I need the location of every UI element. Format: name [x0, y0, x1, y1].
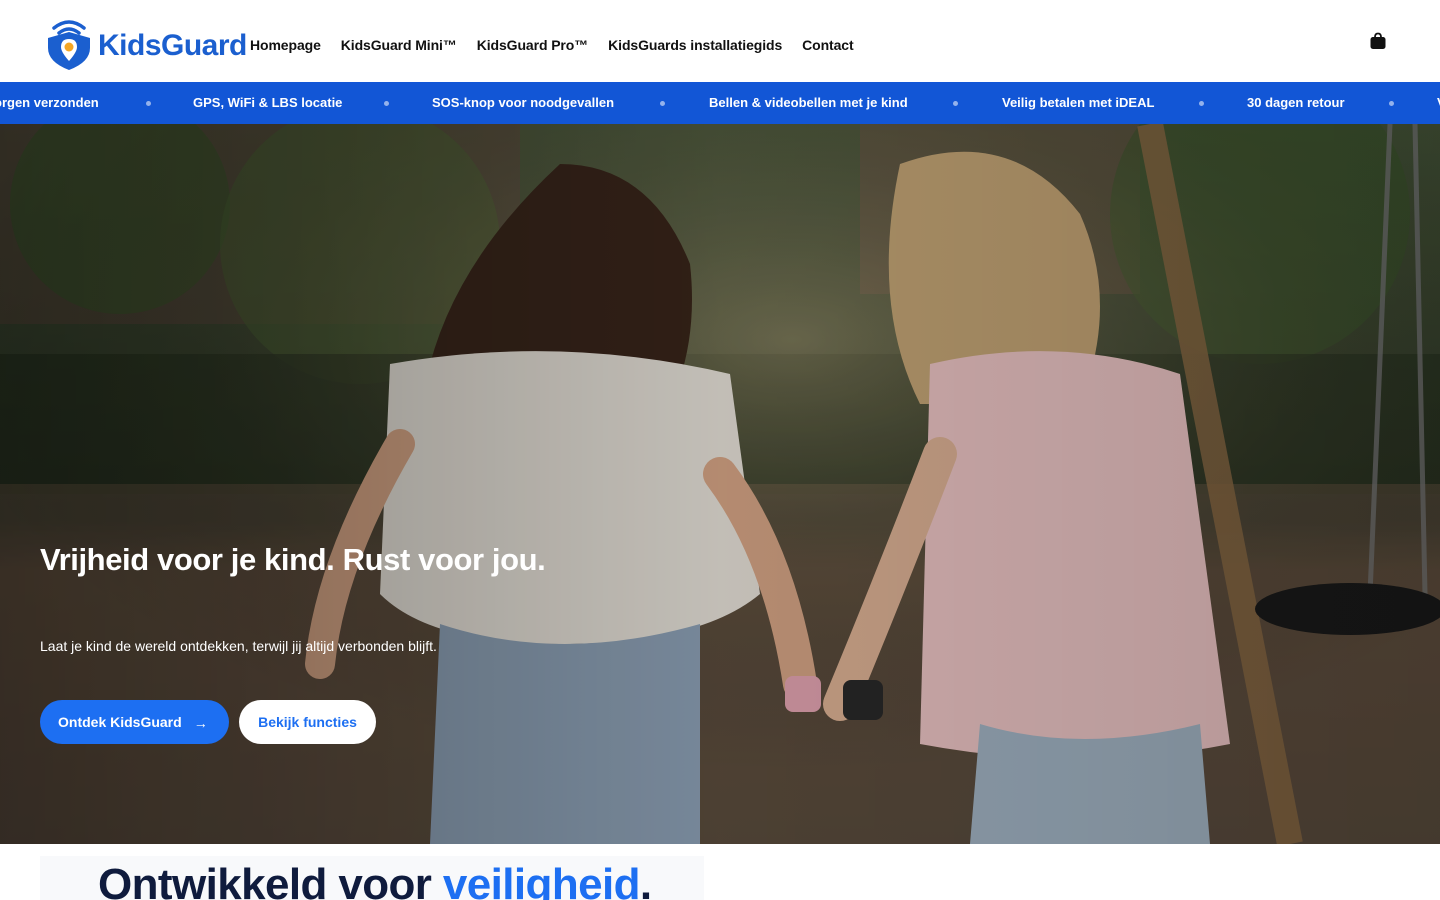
hero-title: Vrijheid voor je kind. Rust voor jou.	[40, 542, 546, 577]
nav-item-contact[interactable]: Contact	[802, 37, 854, 53]
ticker-separator	[384, 101, 389, 106]
discover-kidsguard-button[interactable]: Ontdek KidsGuard →	[40, 700, 229, 744]
nav-item-kidsguard-mini[interactable]: KidsGuard Mini™	[341, 37, 457, 53]
shield-pin-icon	[48, 20, 90, 70]
nav-item-installatiegids[interactable]: KidsGuards installatiegids	[608, 37, 782, 53]
brand-name: KidsGuard	[98, 29, 247, 62]
discover-button-label: Ontdek KidsGuard	[58, 714, 182, 730]
section-title-accent: veiligheid	[442, 860, 641, 900]
ticker-separator	[1199, 101, 1204, 106]
ticker-item: Bellen & videobellen met je kind	[709, 95, 908, 110]
usp-ticker: orgen verzonden GPS, WiFi & LBS locatie …	[0, 82, 1440, 124]
ticker-item: 30 dagen retour	[1247, 95, 1345, 110]
main-nav: Homepage KidsGuard Mini™ KidsGuard Pro™ …	[250, 37, 874, 53]
ticker-track: orgen verzonden GPS, WiFi & LBS locatie …	[0, 82, 1440, 124]
view-features-button[interactable]: Bekijk functies	[239, 700, 376, 744]
arrow-right-icon: →	[193, 715, 208, 731]
ticker-separator	[146, 101, 151, 106]
brand-logo[interactable]: KidsGuard	[46, 18, 247, 70]
hero-subtitle: Laat je kind de wereld ontdekken, terwij…	[40, 638, 437, 654]
ticker-item: SOS-knop voor noodgevallen	[432, 95, 615, 110]
hero-section: Vrijheid voor je kind. Rust voor jou. La…	[0, 124, 1440, 844]
nav-item-homepage[interactable]: Homepage	[250, 37, 321, 53]
ticker-item: Veilig betalen met iDEAL	[1002, 95, 1155, 110]
shopping-bag-icon[interactable]	[1369, 32, 1387, 50]
section-title: Ontwikkeld voor veiligheid.	[98, 860, 652, 900]
ticker-separator	[660, 101, 665, 106]
section-title-prefix: Ontwikkeld voor	[98, 860, 443, 900]
ticker-separator	[953, 101, 958, 106]
ticker-item: orgen verzonden	[0, 95, 99, 110]
ticker-separator	[1389, 101, 1394, 106]
site-header: KidsGuard Homepage KidsGuard Mini™ KidsG…	[0, 0, 1440, 82]
ticker-item: GPS, WiFi & LBS locatie	[193, 95, 343, 110]
section-title-suffix: .	[639, 860, 652, 900]
nav-item-kidsguard-pro[interactable]: KidsGuard Pro™	[477, 37, 589, 53]
